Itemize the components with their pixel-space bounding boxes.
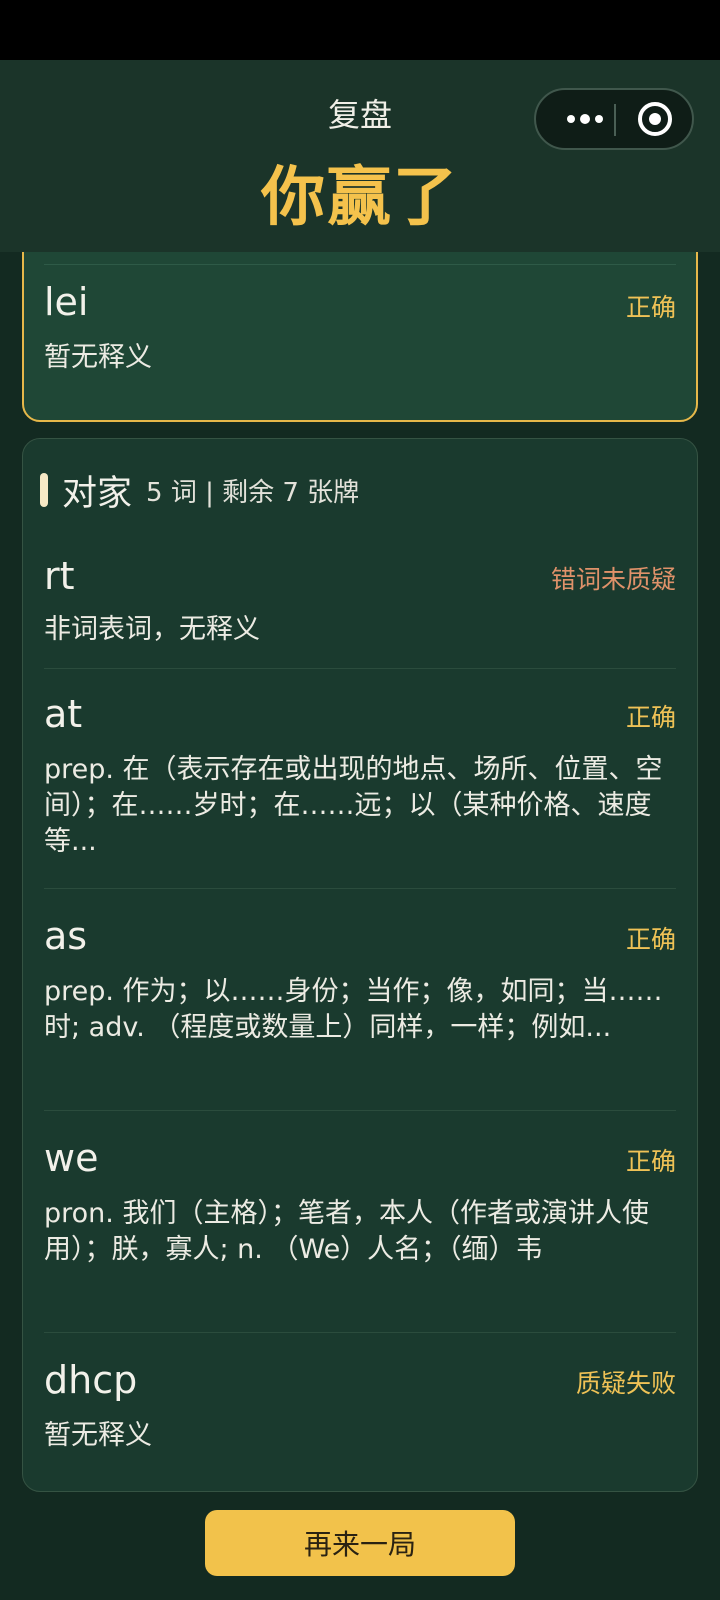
- more-dots-icon[interactable]: [558, 90, 612, 148]
- word-definition: pron. 我们（主格）；笔者，本人（作者或演讲人使用）；朕，寡人; n. （W…: [44, 1198, 649, 1265]
- row-divider: [44, 888, 676, 889]
- capsule-divider: [614, 104, 616, 136]
- opponent-stats: 5 词 | 剩余 7 张牌: [146, 477, 360, 508]
- row-divider: [44, 1332, 676, 1333]
- row-divider: [44, 668, 676, 669]
- word-text: at: [44, 692, 83, 736]
- word-definition: 非词表词，无释义: [44, 614, 260, 645]
- word-text: rt: [44, 554, 75, 598]
- opponent-name: 对家: [62, 473, 133, 514]
- word-text: dhcp: [44, 1358, 138, 1402]
- word-definition: prep. 在（表示存在或出现的地点、场所、位置、空间）；在……岁时；在……远；…: [44, 754, 663, 857]
- opponent-header: 对家 5 词 | 剩余 7 张牌: [40, 468, 360, 514]
- word-status: 正确: [625, 293, 676, 322]
- target-close-icon[interactable]: [638, 102, 672, 136]
- word-status: 正确: [625, 703, 676, 732]
- word-text: we: [44, 1136, 99, 1180]
- opponent-result-card: [22, 438, 698, 1492]
- word-definition: 暂无释义: [44, 1420, 152, 1451]
- result-title: 你赢了: [261, 161, 459, 235]
- word-status: 正确: [625, 925, 676, 954]
- word-status: 正确: [625, 1147, 676, 1176]
- word-text: lei: [44, 280, 89, 324]
- row-divider: [44, 1110, 676, 1111]
- word-definition: 暂无释义: [44, 342, 152, 373]
- word-definition: prep. 作为；以……身份；当作；像，如同；当……时; adv. （程度或数量…: [44, 976, 663, 1043]
- mini-program-capsule: [534, 88, 694, 150]
- word-status: 错词未质疑: [550, 565, 676, 594]
- word-status: 质疑失败: [575, 1369, 676, 1398]
- word-text: as: [44, 914, 88, 958]
- play-again-button[interactable]: 再来一局: [205, 1510, 515, 1576]
- status-bar: [0, 0, 720, 60]
- nav-header: 复盘 你赢了: [0, 60, 720, 252]
- row-divider: [44, 264, 676, 265]
- section-marker: [40, 473, 48, 507]
